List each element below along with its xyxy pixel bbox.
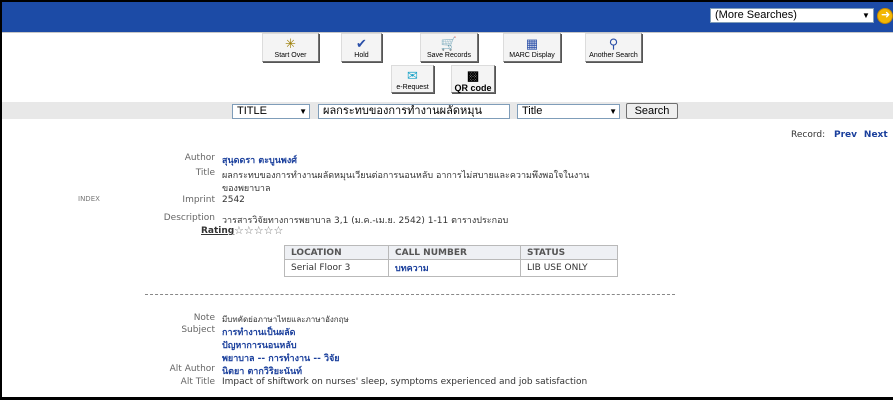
marc-display-button[interactable]: ▦ MARC Display bbox=[503, 33, 561, 62]
subject-link-1[interactable]: การทำงานเป็นผลัด bbox=[222, 325, 296, 339]
checkmark-icon: ✔ bbox=[356, 36, 367, 51]
save-records-label: Save Records bbox=[427, 52, 471, 59]
go-arrow-icon[interactable]: ➜ bbox=[877, 8, 893, 24]
qr-code-icon: ▩ bbox=[466, 68, 480, 83]
status-header: STATUS bbox=[520, 245, 618, 260]
start-over-button[interactable]: ✳ Start Over bbox=[262, 33, 319, 62]
section-divider bbox=[145, 294, 675, 295]
hold-button[interactable]: ✔ Hold bbox=[341, 33, 382, 62]
subject-label: Subject bbox=[181, 325, 215, 335]
call-number-link[interactable]: บทความ bbox=[388, 259, 521, 277]
author-label: Author bbox=[184, 153, 215, 163]
holdings-header-row: LOCATION CALL NUMBER STATUS bbox=[284, 245, 618, 260]
more-searches-label: (More Searches) bbox=[715, 9, 797, 21]
imprint-label: Imprint bbox=[182, 195, 215, 205]
note-label: Note bbox=[193, 313, 215, 323]
next-link[interactable]: Next bbox=[864, 130, 888, 140]
title-value: ผลกระทบของการทำงานผลัดหมุนเวียนต่อการนอน… bbox=[222, 171, 590, 181]
window-frame-left bbox=[0, 0, 2, 400]
asterisk-icon: ✳ bbox=[285, 36, 296, 51]
chevron-down-icon: ▼ bbox=[862, 11, 870, 20]
shopping-cart-icon: 🛒 bbox=[440, 36, 458, 51]
search-field-select[interactable]: TITLE ▼ bbox=[232, 104, 310, 119]
another-search-label: Another Search bbox=[589, 52, 638, 59]
prev-link[interactable]: Prev bbox=[834, 130, 857, 140]
subject-link-2[interactable]: ปัญหาการนอนหลับ bbox=[222, 338, 297, 352]
search-button[interactable]: Search bbox=[626, 103, 678, 119]
e-request-button[interactable]: ✉ e-Request bbox=[391, 65, 434, 93]
sort-select[interactable]: Title ▼ bbox=[517, 104, 620, 119]
search-input-value: ผลกระทบของการทำงานผลัดหมุน bbox=[323, 105, 482, 117]
holdings-row: Serial Floor 3 บทความ LIB USE ONLY bbox=[284, 259, 618, 277]
record-label: Record: bbox=[791, 130, 826, 140]
start-over-label: Start Over bbox=[274, 52, 307, 59]
holdings-table: LOCATION CALL NUMBER STATUS Serial Floor… bbox=[284, 245, 618, 277]
author-link[interactable]: สุนุดดรา ตะบูนพงศ์ bbox=[222, 153, 297, 167]
alt-title-label: Alt Title bbox=[180, 377, 215, 387]
search-input[interactable]: ผลกระทบของการทำงานผลัดหมุน bbox=[318, 104, 510, 119]
alt-title-value: Impact of shiftwork on nurses' sleep, sy… bbox=[222, 377, 588, 387]
description-label: Description bbox=[163, 213, 215, 223]
e-request-label: e-Request bbox=[396, 84, 429, 91]
location-cell: Serial Floor 3 bbox=[284, 259, 389, 277]
chevron-down-icon: ▼ bbox=[299, 107, 307, 116]
imprint-value: 2542 bbox=[222, 195, 245, 205]
marc-display-label: MARC Display bbox=[509, 52, 555, 59]
status-cell: LIB USE ONLY bbox=[520, 259, 618, 277]
save-records-button[interactable]: 🛒 Save Records bbox=[420, 33, 478, 62]
rating-stars[interactable]: ☆☆☆☆☆ bbox=[234, 224, 283, 237]
magnifier-icon: ⚲ bbox=[608, 36, 619, 51]
envelope-icon: ✉ bbox=[407, 68, 418, 83]
search-field-value: TITLE bbox=[237, 105, 267, 117]
call-number-header: CALL NUMBER bbox=[388, 245, 521, 260]
more-searches-select[interactable]: (More Searches) ▼ bbox=[710, 8, 874, 23]
hold-label: Hold bbox=[354, 52, 369, 59]
qr-code-label: QR code bbox=[454, 83, 492, 93]
chevron-down-icon: ▼ bbox=[609, 107, 617, 116]
marc-grid-icon: ▦ bbox=[525, 36, 539, 51]
subject-link-3[interactable]: พยาบาล -- การทำงาน -- วิจัย bbox=[222, 351, 340, 365]
another-search-button[interactable]: ⚲ Another Search bbox=[585, 33, 642, 62]
alt-author-link[interactable]: นิตยา ตากวิริยะนันท์ bbox=[222, 364, 302, 378]
sort-value: Title bbox=[522, 105, 543, 117]
record-navigation: Record: Prev Next bbox=[791, 130, 888, 140]
qr-code-button[interactable]: ▩ QR code bbox=[451, 65, 495, 93]
title-value-cont: ของพยาบาล bbox=[222, 184, 271, 194]
location-header: LOCATION bbox=[284, 245, 389, 260]
alt-author-label: Alt Author bbox=[169, 364, 215, 374]
rating-label: Rating bbox=[201, 226, 235, 236]
index-label: INDEX bbox=[78, 195, 100, 203]
title-label: Title bbox=[195, 168, 215, 178]
